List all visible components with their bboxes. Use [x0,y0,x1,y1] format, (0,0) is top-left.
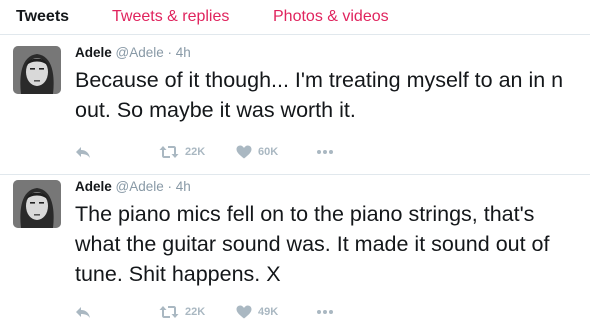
retweet-icon [159,305,179,319]
tweet-header: Adele @Adele · 4h [75,179,191,194]
retweet-icon [159,145,179,159]
more-button[interactable] [316,142,334,162]
tab-tweets-and-replies[interactable]: Tweets & replies [112,8,229,26]
user-handle[interactable]: @Adele [116,45,164,60]
tweet-text: Because of it though... I'm treating mys… [75,68,564,122]
tweet-text: The piano mics fell on to the piano stri… [75,202,550,286]
separator: · [167,45,173,60]
heart-icon [236,305,252,319]
reply-button[interactable] [75,302,91,322]
timestamp[interactable]: 4h [176,45,191,60]
profile-tabs: Tweets Tweets & replies Photos & videos [0,0,590,35]
tweet-actions: 22K 60K [75,142,375,162]
tweet-actions: 22K 49K [75,302,375,322]
like-button[interactable]: 60K [236,142,278,162]
avatar[interactable] [13,180,61,228]
like-count: 49K [258,306,279,318]
retweet-count: 22K [185,306,206,318]
heart-icon [236,145,252,159]
user-name[interactable]: Adele [75,179,112,194]
user-name[interactable]: Adele [75,45,112,60]
retweet-count: 22K [185,146,206,158]
separator: · [167,179,173,194]
tweet-header: Adele @Adele · 4h [75,45,191,60]
retweet-button[interactable]: 22K [159,142,205,162]
more-icon [316,309,334,315]
user-handle[interactable]: @Adele [116,179,164,194]
tweet[interactable]: Adele @Adele · 4h The piano mics fell on… [0,175,590,336]
reply-icon [75,145,91,159]
like-count: 60K [258,146,279,158]
retweet-button[interactable]: 22K [159,302,205,322]
more-icon [316,149,334,155]
tab-tweets[interactable]: Tweets [16,8,69,26]
reply-button[interactable] [75,142,91,162]
more-button[interactable] [316,302,334,322]
reply-icon [75,305,91,319]
avatar[interactable] [13,46,61,94]
tweet[interactable]: Adele @Adele · 4h Because of it though..… [0,41,590,175]
timestamp[interactable]: 4h [176,179,191,194]
tab-photos-and-videos[interactable]: Photos & videos [273,8,389,26]
like-button[interactable]: 49K [236,302,278,322]
